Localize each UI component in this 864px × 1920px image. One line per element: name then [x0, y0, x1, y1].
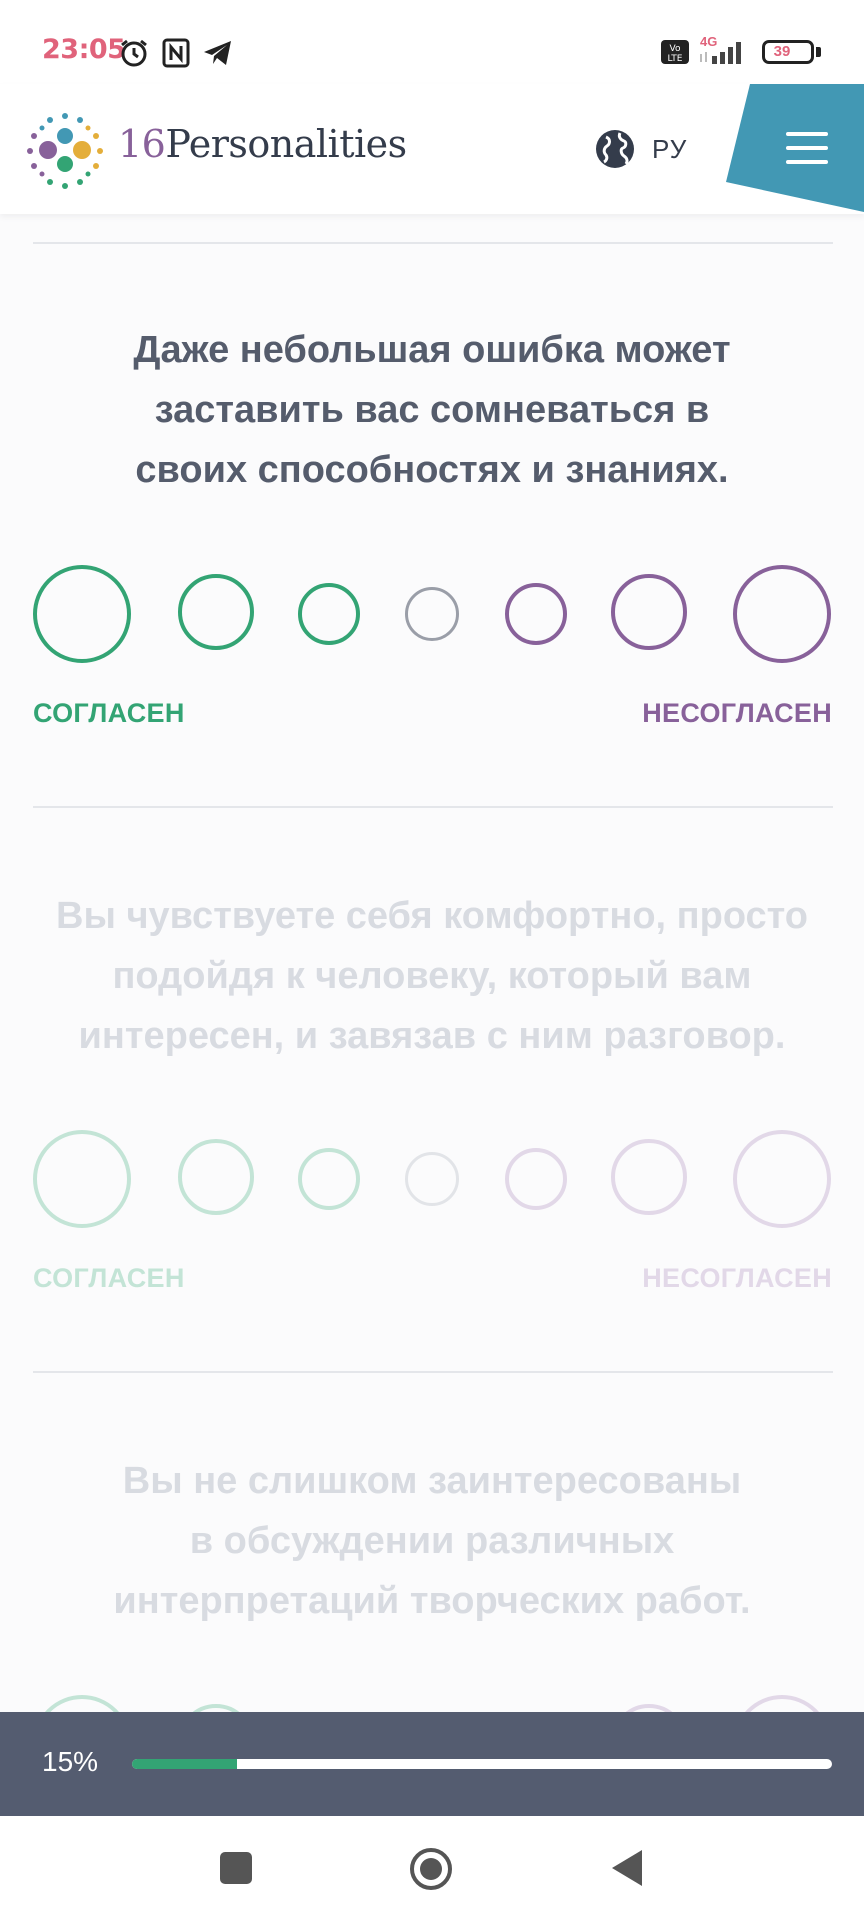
logo-number: 16 [118, 122, 166, 166]
alarm-icon [121, 39, 147, 67]
question-line: подойдя к человеку, который вам [112, 955, 752, 997]
globe-icon[interactable] [594, 128, 636, 170]
question-line: заставить вас сомневаться в [154, 389, 710, 431]
recent-apps-icon[interactable] [220, 1852, 252, 1884]
svg-text:LTE: LTE [668, 54, 683, 64]
status-bar: 23:05 Vo LTE 4G 39 [0, 0, 864, 84]
question-line: своих способностях и знаниях. [135, 449, 729, 491]
hamburger-icon[interactable] [786, 132, 828, 164]
battery-level: 39 [767, 44, 797, 60]
logo-wordmark[interactable]: 16Personalities [118, 122, 407, 166]
site-header: 16Personalities РУ [0, 84, 864, 214]
question-line: Даже небольшая ошибка может [133, 329, 731, 371]
disagree-label: НЕСОГЛАСЕН [642, 698, 832, 728]
question-line: интересен, и завязав с ним разговор. [78, 1015, 786, 1057]
logo-word: Personalities [165, 122, 407, 166]
answer-disagree-slight[interactable] [505, 1148, 567, 1210]
svg-text:Vo: Vo [670, 44, 681, 54]
battery-icon: 39 [762, 40, 814, 64]
answer-disagree-moderate[interactable] [611, 574, 687, 650]
answer-disagree-moderate[interactable] [611, 1139, 687, 1215]
answer-neutral[interactable] [405, 587, 459, 641]
telegram-icon [204, 41, 231, 65]
question-line: Вы не слишком заинтересованы [122, 1460, 742, 1502]
agree-label: СОГЛАСЕН [33, 698, 185, 728]
question-text: Даже небольшая ошибка может заставить ва… [40, 320, 824, 500]
answer-disagree-strong[interactable] [733, 1130, 831, 1228]
answer-disagree-slight[interactable] [505, 583, 567, 645]
answer-agree-strong[interactable] [33, 1130, 131, 1228]
answer-agree-moderate[interactable] [178, 1139, 254, 1215]
logo-icon[interactable] [20, 106, 110, 196]
answer-agree-slight[interactable] [298, 583, 360, 645]
question-divider [33, 1371, 833, 1373]
question-line: в обсуждении различных [189, 1520, 675, 1562]
agree-label: СОГЛАСЕН [33, 1263, 185, 1293]
answer-neutral[interactable] [405, 1152, 459, 1206]
language-selector[interactable]: РУ [652, 134, 687, 165]
answer-agree-strong[interactable] [33, 565, 131, 663]
status-time: 23:05 [42, 34, 126, 65]
question-divider [33, 806, 833, 808]
answer-disagree-strong[interactable] [733, 565, 831, 663]
question-text: Вы чувствуете себя комфортно, просто под… [40, 886, 824, 1066]
question-divider [33, 242, 833, 244]
progress-fill [132, 1759, 237, 1769]
answer-agree-moderate[interactable] [178, 574, 254, 650]
progress-bar: 15% [0, 1712, 864, 1816]
question-text: Вы не слишком заинтересованы в обсуждени… [40, 1451, 824, 1631]
battery-tip [816, 47, 821, 57]
progress-percent: 15% [42, 1746, 99, 1777]
home-icon[interactable] [408, 1846, 454, 1892]
progress-track [132, 1759, 832, 1769]
question-line: Вы чувствуете себя комфортно, просто [56, 895, 808, 937]
back-icon[interactable] [610, 1848, 644, 1888]
system-nav-bar [0, 1816, 864, 1920]
volte-icon: Vo LTE [661, 40, 689, 64]
signal-icon [700, 42, 741, 64]
disagree-label: НЕСОГЛАСЕН [642, 1263, 832, 1293]
nfc-icon [162, 38, 190, 68]
question-line: интерпретаций творческих работ. [113, 1580, 751, 1622]
answer-agree-slight[interactable] [298, 1148, 360, 1210]
